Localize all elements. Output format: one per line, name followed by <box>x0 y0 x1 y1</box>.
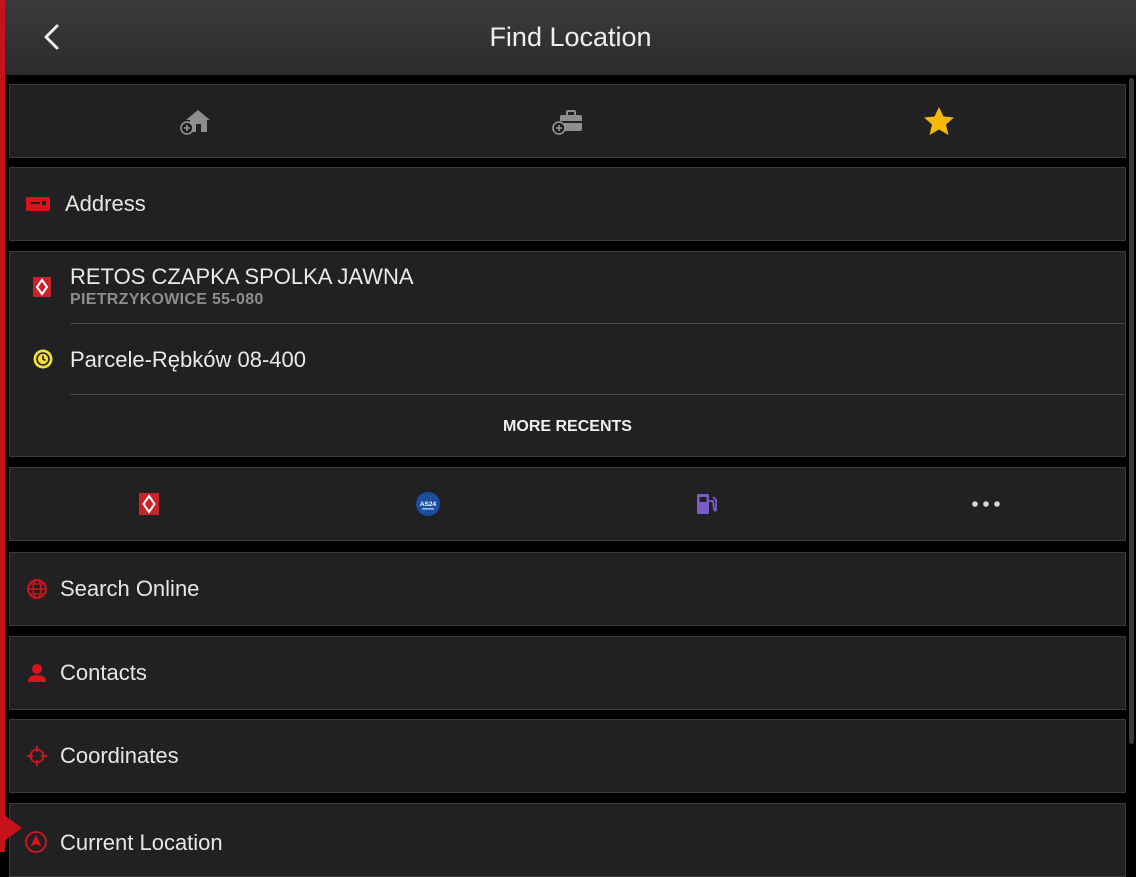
favorites-button[interactable] <box>753 85 1125 157</box>
as24-stations-button[interactable]: AS24 <box>289 468 568 540</box>
home-add-icon <box>180 110 210 135</box>
location-arrow-icon <box>24 830 48 859</box>
fuel-station-icon <box>696 494 717 514</box>
more-recents-button[interactable]: MORE RECENTS <box>10 418 1125 436</box>
renault-logo-icon <box>139 493 160 515</box>
fuel-stations-button[interactable] <box>568 468 847 540</box>
recent-title: Parcele-Rębków 08-400 <box>70 347 307 372</box>
recent-item[interactable]: Parcele-Rębków 08-400 <box>10 324 1125 394</box>
coordinates-row[interactable]: Coordinates <box>9 719 1126 793</box>
contacts-row[interactable]: Contacts <box>9 636 1126 710</box>
as24-logo-icon: AS24 <box>416 492 441 516</box>
side-tab-indicator <box>0 812 22 844</box>
person-icon <box>24 660 50 686</box>
page-title: Find Location <box>489 22 652 52</box>
address-card-icon <box>25 191 51 217</box>
search-online-row[interactable]: Search Online <box>9 552 1126 626</box>
star-icon <box>924 107 955 135</box>
contacts-label: Contacts <box>60 660 147 685</box>
more-dots-icon <box>971 501 1000 507</box>
recent-title: RETOS CZAPKA SPOLKA JAWNA <box>70 264 414 289</box>
left-accent-bar <box>0 0 5 852</box>
svg-text:AS24: AS24 <box>420 501 437 508</box>
category-bar: AS24 <box>9 467 1126 541</box>
divider <box>70 394 1125 395</box>
globe-icon <box>24 576 50 602</box>
recent-item[interactable]: RETOS CZAPKA SPOLKA JAWNA PIETRZYKOWICE … <box>10 252 1125 323</box>
history-clock-icon <box>32 348 54 375</box>
recent-subtitle: PIETRZYKOWICE 55-080 <box>70 291 264 308</box>
coordinates-label: Coordinates <box>60 743 179 768</box>
search-online-label: Search Online <box>60 576 200 601</box>
work-add-icon <box>551 110 582 135</box>
current-location-label: Current Location <box>60 830 223 855</box>
current-location-row[interactable]: Current Location <box>9 803 1126 877</box>
crosshair-icon <box>24 743 50 769</box>
scrollbar[interactable] <box>1129 78 1134 744</box>
renault-logo-icon <box>32 276 52 303</box>
quick-access-bar <box>9 84 1126 158</box>
address-row[interactable]: Address <box>9 167 1126 241</box>
more-categories-button[interactable] <box>846 468 1125 540</box>
add-home-button[interactable] <box>10 85 382 157</box>
address-label: Address <box>65 191 146 216</box>
recents-panel: RETOS CZAPKA SPOLKA JAWNA PIETRZYKOWICE … <box>9 251 1126 457</box>
top-bar: Find Location <box>5 0 1136 75</box>
renault-dealers-button[interactable] <box>10 468 289 540</box>
add-work-button[interactable] <box>382 85 754 157</box>
